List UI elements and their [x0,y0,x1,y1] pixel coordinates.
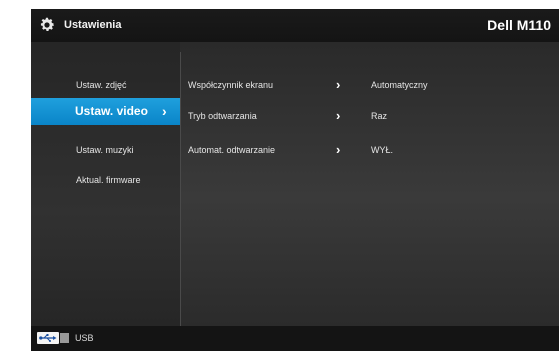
page-title: Ustawienia [64,19,122,31]
sidebar-item-music-settings[interactable]: Ustaw. muzyki [31,137,180,163]
chevron-right-icon: › [162,103,167,119]
osd-window: Ustawienia Dell M110 Ustaw. zdjęć Ustaw.… [31,9,559,351]
setting-label: Automat. odtwarzanie [188,145,276,155]
setting-row-playback-mode[interactable]: Tryb odtwarzania › Raz [181,103,559,129]
sidebar: Ustaw. zdjęć Ustaw. video › Ustaw. muzyk… [31,42,180,326]
screen-background: Ustawienia Dell M110 Ustaw. zdjęć Ustaw.… [0,0,559,351]
setting-value: Raz [371,111,388,121]
setting-row-aspect-ratio[interactable]: Współczynnik ekranu › Automatyczny [181,72,559,98]
header-bar: Ustawienia Dell M110 [31,9,559,42]
sidebar-item-video-settings[interactable]: Ustaw. video › [31,98,180,125]
sidebar-item-firmware-update[interactable]: Aktual. firmware [31,167,180,193]
usb-drive-icon [60,333,69,343]
setting-value: Automatyczny [371,80,428,90]
source-label: USB [75,333,94,343]
sidebar-item-label: Ustaw. zdjęć [76,80,127,90]
gear-icon [40,17,55,31]
setting-row-autoplay[interactable]: Automat. odtwarzanie › WYŁ. [181,137,559,163]
sidebar-item-label: Ustaw. video [75,104,148,118]
setting-value: WYŁ. [371,145,394,155]
usb-icon [37,332,59,344]
status-bar: USB [31,326,559,351]
sidebar-item-label: Aktual. firmware [76,175,141,185]
sidebar-item-photo-settings[interactable]: Ustaw. zdjęć [31,72,180,98]
setting-label: Współczynnik ekranu [188,80,274,90]
chevron-right-icon: › [336,108,341,123]
menu-body: Ustaw. zdjęć Ustaw. video › Ustaw. muzyk… [31,42,559,326]
sidebar-item-label: Ustaw. muzyki [76,145,134,155]
device-model: Dell M110 [487,17,551,33]
chevron-right-icon: › [336,77,341,92]
setting-label: Tryb odtwarzania [188,111,257,121]
chevron-right-icon: › [336,142,341,157]
